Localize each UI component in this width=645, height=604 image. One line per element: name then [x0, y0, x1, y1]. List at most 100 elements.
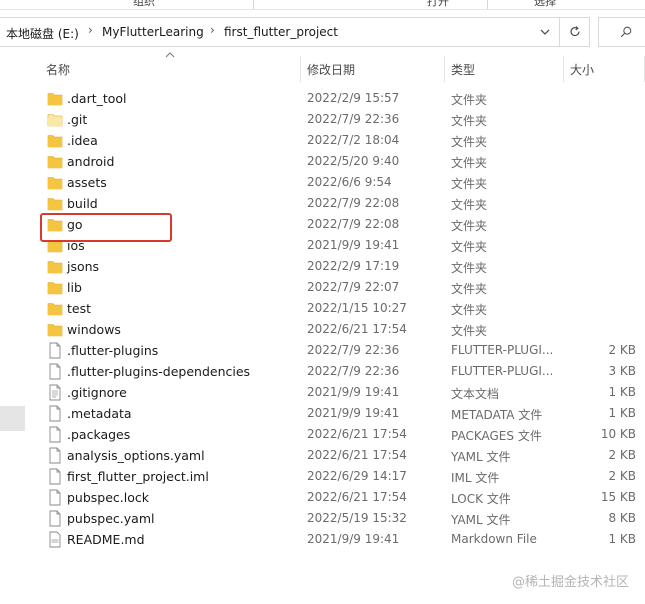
folder-icon: [47, 321, 63, 338]
file-name: .flutter-plugins-dependencies: [67, 364, 251, 379]
watermark: @稀土掘金技术社区: [511, 575, 629, 590]
refresh-icon: [570, 26, 580, 37]
file-size: 3 KB: [608, 364, 636, 378]
file-icon: [47, 405, 63, 422]
file-modified: 2022/5/20 9:40: [307, 154, 400, 168]
column-divider[interactable]: [444, 56, 445, 82]
file-size: 8 KB: [608, 511, 636, 525]
file-name: first_flutter_project.iml: [67, 469, 209, 484]
folder-row[interactable]: build 2022/7/9 22:08 文件夹: [0, 193, 645, 214]
folder-icon: [47, 174, 63, 191]
file-type: IML 文件: [451, 471, 500, 485]
file-icon: [47, 426, 63, 443]
file-name: build: [67, 196, 98, 211]
search-input[interactable]: [598, 17, 645, 47]
file-modified: 2022/6/6 9:54: [307, 175, 392, 189]
column-header-row: 名称 修改日期 类型 大小: [0, 52, 645, 82]
refresh-button[interactable]: [560, 17, 590, 47]
file-row[interactable]: .metadata 2021/9/9 19:41 METADATA 文件 1 KB: [0, 403, 645, 424]
column-size[interactable]: 大小: [570, 61, 594, 78]
file-row[interactable]: .packages 2022/6/21 17:54 PACKAGES 文件 10 KB: [0, 424, 645, 445]
folder-row[interactable]: jsons 2022/2/9 17:19 文件夹: [0, 256, 645, 277]
file-icon: [47, 363, 63, 380]
folder-row[interactable]: lib 2022/7/9 22:07 文件夹: [0, 277, 645, 298]
column-divider[interactable]: [563, 56, 564, 82]
folder-row[interactable]: .dart_tool 2022/2/9 15:57 文件夹: [0, 88, 645, 109]
file-name: .git: [67, 112, 88, 127]
file-type: 文件夹: [451, 114, 488, 128]
file-row[interactable]: first_flutter_project.iml 2022/6/29 14:17…: [0, 466, 645, 487]
folder-row[interactable]: test 2022/1/15 10:27 文件夹: [0, 298, 645, 319]
folder-row[interactable]: assets 2022/6/6 9:54 文件夹: [0, 172, 645, 193]
markdown-file-icon: [47, 531, 63, 548]
column-name[interactable]: 名称: [46, 61, 70, 78]
file-row[interactable]: README.md 2021/9/9 19:41 Markdown File 1 KB: [0, 529, 645, 550]
file-row[interactable]: .gitignore 2021/9/9 19:41 文本文档 1 KB: [0, 382, 645, 403]
file-name: .metadata: [67, 406, 132, 421]
file-modified: 2021/9/9 19:41: [307, 238, 400, 252]
file-modified: 2022/6/21 17:54: [307, 427, 407, 441]
file-modified: 2022/7/9 22:08: [307, 196, 400, 210]
file-icon: [47, 489, 63, 506]
file-size: 1 KB: [608, 385, 636, 399]
file-modified: 2021/9/9 19:41: [307, 532, 400, 546]
file-size: 10 KB: [600, 427, 636, 441]
file-name: README.md: [67, 532, 145, 547]
folder-icon: [47, 300, 63, 317]
file-type: 文件夹: [451, 198, 488, 212]
ribbon-divider: [487, 0, 488, 9]
address-bar[interactable]: 本地磁盘 (E:) › MyFlutterLearing › first_flu…: [0, 17, 560, 47]
file-size: 15 KB: [600, 490, 636, 504]
folder-row[interactable]: android 2022/5/20 9:40 文件夹: [0, 151, 645, 172]
file-icon: [47, 468, 63, 485]
file-modified: 2022/1/15 10:27: [307, 301, 407, 315]
file-type: LOCK 文件: [451, 492, 511, 506]
file-modified: 2022/7/9 22:07: [307, 280, 400, 294]
file-modified: 2022/7/9 22:08: [307, 217, 400, 231]
file-size: 2 KB: [608, 343, 636, 357]
folder-row[interactable]: .idea 2022/7/2 18:04 文件夹: [0, 130, 645, 151]
file-row[interactable]: .flutter-plugins-dependencies 2022/7/9 22…: [0, 361, 645, 382]
file-name: assets: [67, 175, 107, 190]
text-file-icon: [47, 384, 63, 401]
file-modified: 2022/2/9 15:57: [307, 91, 400, 105]
file-type: 文件夹: [451, 156, 488, 170]
file-name: .idea: [67, 133, 98, 148]
file-row[interactable]: pubspec.lock 2022/6/21 17:54 LOCK 文件 15 KB: [0, 487, 645, 508]
breadcrumb-separator-icon[interactable]: ›: [210, 23, 215, 37]
file-modified: 2022/7/9 22:36: [307, 343, 400, 357]
file-type: 文件夹: [451, 135, 488, 149]
folder-icon: [47, 132, 63, 149]
column-type[interactable]: 类型: [451, 61, 475, 78]
breadcrumb-folder[interactable]: MyFlutterLearing: [102, 25, 204, 39]
breadcrumb-drive[interactable]: 本地磁盘 (E:): [6, 25, 79, 42]
file-name: lib: [67, 280, 82, 295]
file-name: .flutter-plugins: [67, 343, 159, 358]
breadcrumb-current[interactable]: first_flutter_project: [224, 25, 338, 39]
breadcrumb-separator-icon[interactable]: ›: [88, 23, 93, 37]
search-icon: [620, 26, 632, 38]
ribbon-open[interactable]: 打开: [427, 0, 449, 9]
file-row[interactable]: .flutter-plugins 2022/7/9 22:36 FLUTTER-PL…: [0, 340, 645, 361]
file-type: 文件夹: [451, 282, 488, 296]
ribbon-select[interactable]: 选择: [534, 0, 556, 9]
file-type: METADATA 文件: [451, 408, 543, 422]
ribbon-organize[interactable]: 组织: [133, 0, 155, 9]
column-divider[interactable]: [300, 56, 301, 82]
column-modified[interactable]: 修改日期: [307, 61, 355, 78]
address-row: 本地磁盘 (E:) › MyFlutterLearing › first_flu…: [0, 17, 645, 47]
file-row[interactable]: analysis_options.yaml 2022/6/21 17:54 YAML…: [0, 445, 645, 466]
folder-icon: [47, 258, 63, 275]
file-size: 1 KB: [608, 406, 636, 420]
folder-row[interactable]: windows 2022/6/21 17:54 文件夹: [0, 319, 645, 340]
file-type: YAML 文件: [451, 513, 511, 527]
file-size: 2 KB: [608, 469, 636, 483]
file-row[interactable]: pubspec.yaml 2022/5/19 15:32 YAML 文件 8 KB: [0, 508, 645, 529]
file-name: jsons: [67, 259, 100, 274]
highlight-annotation: [40, 213, 172, 242]
file-name: test: [67, 301, 92, 316]
file-type: FLUTTER-PLUGI...: [451, 343, 554, 357]
folder-row[interactable]: .git 2022/7/9 22:36 文件夹: [0, 109, 645, 130]
chevron-down-icon[interactable]: [537, 24, 553, 40]
file-modified: 2022/7/9 22:36: [307, 112, 400, 126]
